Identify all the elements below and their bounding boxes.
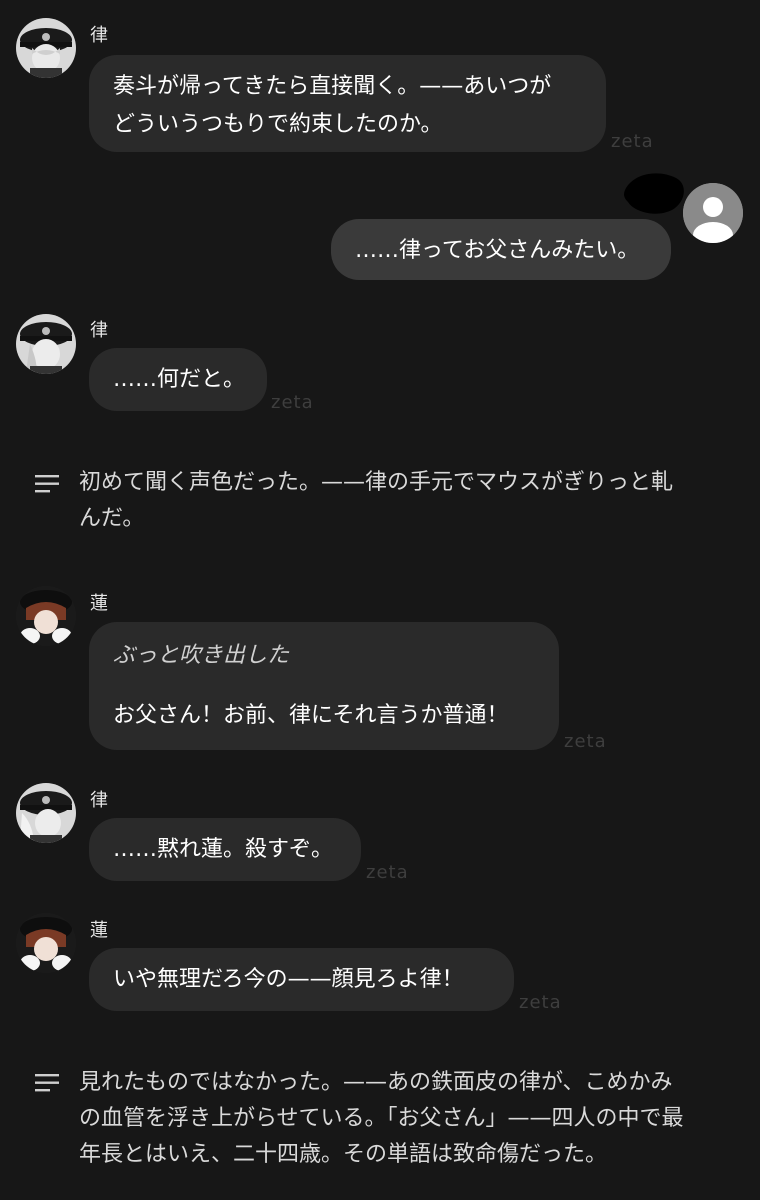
message-line: ……律ってお父さんみたい。 xyxy=(355,238,640,263)
message-bubble: ぶっと吹き出した お父さん！お前、律にそれ言うか普通！ xyxy=(89,622,559,750)
narration-text: 見れたものではなかった。——あの鉄面皮の律が、こめかみ の血管を浮き上がらせてい… xyxy=(79,1065,684,1173)
redacted-scribble xyxy=(620,168,690,218)
narration-line: 年長とはいえ、二十四歳。その単語は致命傷だった。 xyxy=(79,1142,608,1167)
ritsu-portrait-icon xyxy=(16,18,76,78)
message-bubble: ……何だと。 xyxy=(89,348,267,411)
avatar-ren[interactable] xyxy=(16,913,76,973)
narration-line: 見れたものではなかった。——あの鉄面皮の律が、こめかみ xyxy=(79,1070,673,1095)
message-line: ……黙れ蓮。殺すぞ。 xyxy=(113,837,334,862)
avatar-ritsu[interactable] xyxy=(16,783,76,843)
ritsu-portrait-icon xyxy=(16,314,76,374)
user-message-bubble: ……律ってお父さんみたい。 xyxy=(331,219,671,280)
user-avatar[interactable] xyxy=(683,183,743,243)
narration-line: の血管を浮き上がらせている。「お父さん」——四人の中で最 xyxy=(79,1106,684,1131)
message-line: いや無理だろ今の——顔見ろよ律！ xyxy=(113,967,464,992)
narration-icon xyxy=(35,474,61,498)
narration-line: んだ。 xyxy=(79,506,145,531)
avatar-ritsu[interactable] xyxy=(16,314,76,374)
narration-icon xyxy=(35,1073,61,1097)
speaker-name: 律 xyxy=(90,320,108,341)
message-line: お父さん！お前、律にそれ言うか普通！ xyxy=(113,703,509,728)
zeta-watermark: zeta xyxy=(366,862,409,883)
message-bubble: 奏斗が帰ってきたら直接聞く。——あいつが どういうつもりで約束したのか。 xyxy=(89,55,606,152)
message-line: どういうつもりで約束したのか。 xyxy=(113,112,443,137)
message-line: 奏斗が帰ってきたら直接聞く。——あいつが xyxy=(113,74,552,99)
narration-line: 初めて聞く声色だった。——律の手元でマウスがぎりっと軋 xyxy=(79,470,674,495)
speaker-name: 蓮 xyxy=(90,593,108,614)
action-text: ぶっと吹き出した xyxy=(113,643,290,668)
message-bubble: いや無理だろ今の——顔見ろよ律！ xyxy=(89,948,514,1011)
ren-portrait-icon xyxy=(16,586,76,646)
zeta-watermark: zeta xyxy=(271,392,314,413)
default-user-icon xyxy=(683,183,743,243)
message-line: ……何だと。 xyxy=(113,367,246,392)
zeta-watermark: zeta xyxy=(611,131,654,152)
speaker-name: 律 xyxy=(90,25,108,46)
speaker-name: 蓮 xyxy=(90,920,108,941)
ritsu-portrait-icon xyxy=(16,783,76,843)
message-bubble: ……黙れ蓮。殺すぞ。 xyxy=(89,818,361,881)
ren-portrait-icon xyxy=(16,913,76,973)
zeta-watermark: zeta xyxy=(519,992,562,1013)
zeta-watermark: zeta xyxy=(564,731,607,752)
avatar-ritsu[interactable] xyxy=(16,18,76,78)
narration-text: 初めて聞く声色だった。——律の手元でマウスがぎりっと軋 んだ。 xyxy=(79,465,673,537)
avatar-ren[interactable] xyxy=(16,586,76,646)
speaker-name: 律 xyxy=(90,790,108,811)
